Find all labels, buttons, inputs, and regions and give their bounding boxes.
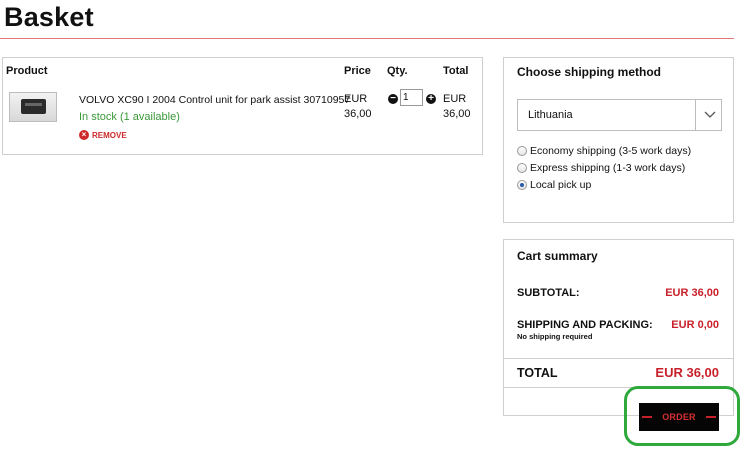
subtotal-label: SUBTOTAL: xyxy=(517,287,580,299)
total-value: EUR 36,00 xyxy=(655,365,719,380)
stock-status: In stock (1 available) xyxy=(79,111,180,123)
shipping-option-label: Local pick up xyxy=(530,179,592,191)
price-amount: 36,00 xyxy=(344,108,372,120)
order-button[interactable]: ORDER xyxy=(639,403,719,431)
shipping-option-express[interactable]: Express shipping (1-3 work days) xyxy=(517,162,685,174)
minus-circle-icon[interactable]: − xyxy=(388,94,398,104)
product-thumbnail[interactable] xyxy=(9,92,57,122)
total-amount: 36,00 xyxy=(443,108,471,120)
order-label: ORDER xyxy=(662,412,696,422)
shipping-note: No shipping required xyxy=(517,332,593,341)
basket-table: Product Price Qty. Total VOLVO XC90 I 20… xyxy=(2,57,483,155)
title-divider xyxy=(0,38,734,39)
column-header-product: Product xyxy=(6,65,48,77)
total-label: TOTAL xyxy=(517,366,558,380)
shipping-packing-value: EUR 0,00 xyxy=(671,319,719,331)
column-header-qty: Qty. xyxy=(387,65,408,77)
chevron-down-icon xyxy=(704,111,716,118)
remove-label: REMOVE xyxy=(92,130,127,140)
price-currency: EUR xyxy=(344,93,368,105)
cart-summary-title: Cart summary xyxy=(517,249,598,263)
shipping-option-label: Economy shipping (3-5 work days) xyxy=(530,145,692,157)
remove-button[interactable]: × REMOVE xyxy=(79,130,127,140)
subtotal-value: EUR 36,00 xyxy=(665,287,719,299)
product-name-link[interactable]: VOLVO XC90 I 2004 Control unit for park … xyxy=(79,94,350,106)
total-currency: EUR xyxy=(443,93,467,105)
shipping-packing-label: SHIPPING AND PACKING: xyxy=(517,319,653,331)
shipping-option-local-pickup[interactable]: Local pick up xyxy=(517,179,591,191)
plus-circle-icon[interactable]: + xyxy=(426,94,436,104)
column-header-total: Total xyxy=(443,65,469,77)
quantity-input[interactable] xyxy=(400,89,423,106)
column-header-price: Price xyxy=(344,65,371,77)
select-divider xyxy=(695,100,696,130)
radio-button[interactable] xyxy=(517,146,527,156)
page-title: Basket xyxy=(4,2,94,32)
close-circle-icon: × xyxy=(79,130,89,140)
control-unit-image xyxy=(21,99,46,114)
country-select-value: Lithuania xyxy=(528,109,573,121)
country-select[interactable]: Lithuania xyxy=(517,99,722,131)
shipping-method-panel: Choose shipping method Lithuania Economy… xyxy=(503,57,734,223)
shipping-title: Choose shipping method xyxy=(517,65,661,79)
shipping-option-label: Express shipping (1-3 work days) xyxy=(530,162,686,174)
summary-divider xyxy=(504,358,733,359)
radio-button-selected[interactable] xyxy=(517,180,527,190)
shipping-option-economy[interactable]: Economy shipping (3-5 work days) xyxy=(517,145,691,157)
radio-button[interactable] xyxy=(517,163,527,173)
